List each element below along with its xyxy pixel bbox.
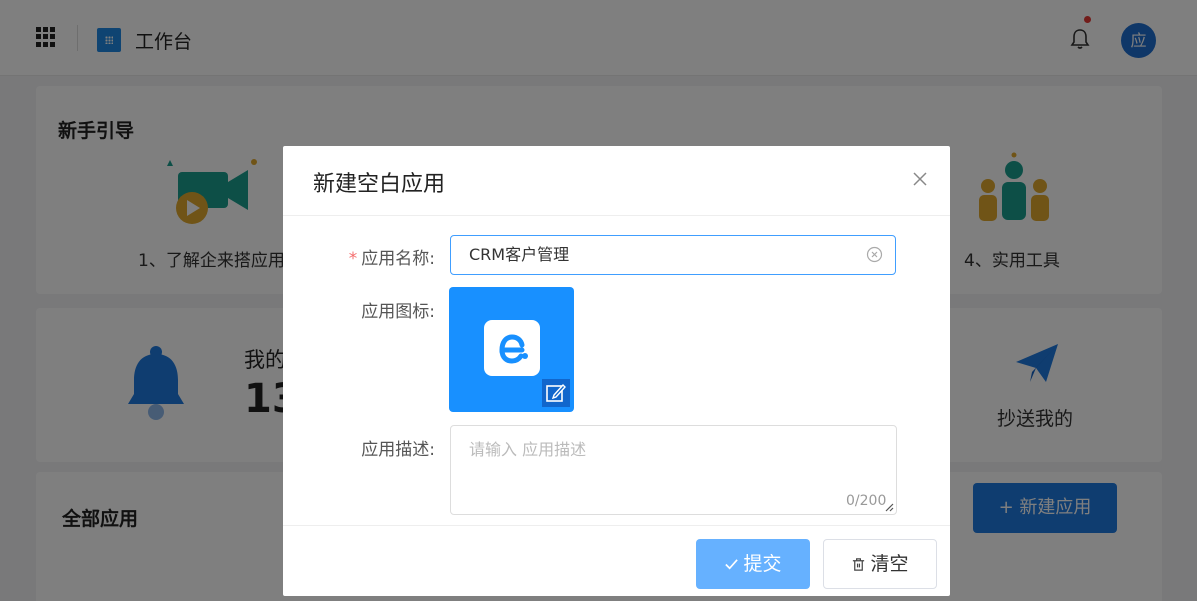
dialog-footer-divider xyxy=(283,525,950,526)
app-icon-picker[interactable] xyxy=(449,287,574,412)
submit-label: 提交 xyxy=(743,553,782,575)
app-desc-input[interactable] xyxy=(450,425,897,515)
submit-button[interactable]: 提交 xyxy=(696,539,810,589)
trash-icon xyxy=(853,558,865,571)
dialog-header-divider xyxy=(283,215,950,216)
app-logo-icon xyxy=(484,320,540,376)
clear-label: 清空 xyxy=(870,553,909,575)
app-icon-label: 应用图标: xyxy=(361,302,435,322)
check-icon xyxy=(725,559,739,570)
close-icon[interactable] xyxy=(912,171,928,187)
clear-button[interactable]: 清空 xyxy=(823,539,937,589)
resize-handle-icon[interactable] xyxy=(884,502,894,512)
app-name-input[interactable]: CRM客户管理 xyxy=(450,235,896,275)
required-star: * xyxy=(348,249,358,269)
char-count: 0/200 xyxy=(846,493,887,509)
edit-icon[interactable] xyxy=(542,379,570,407)
dialog-title: 新建空白应用 xyxy=(313,172,446,197)
clear-input-icon[interactable] xyxy=(866,246,883,263)
new-app-dialog: 新建空白应用 *应用名称: CRM客户管理 应用图标: 应用描述: 0/20 xyxy=(283,146,950,596)
app-desc-label: 应用描述: xyxy=(361,440,435,460)
app-name-label: * 应用名称: xyxy=(348,249,435,269)
